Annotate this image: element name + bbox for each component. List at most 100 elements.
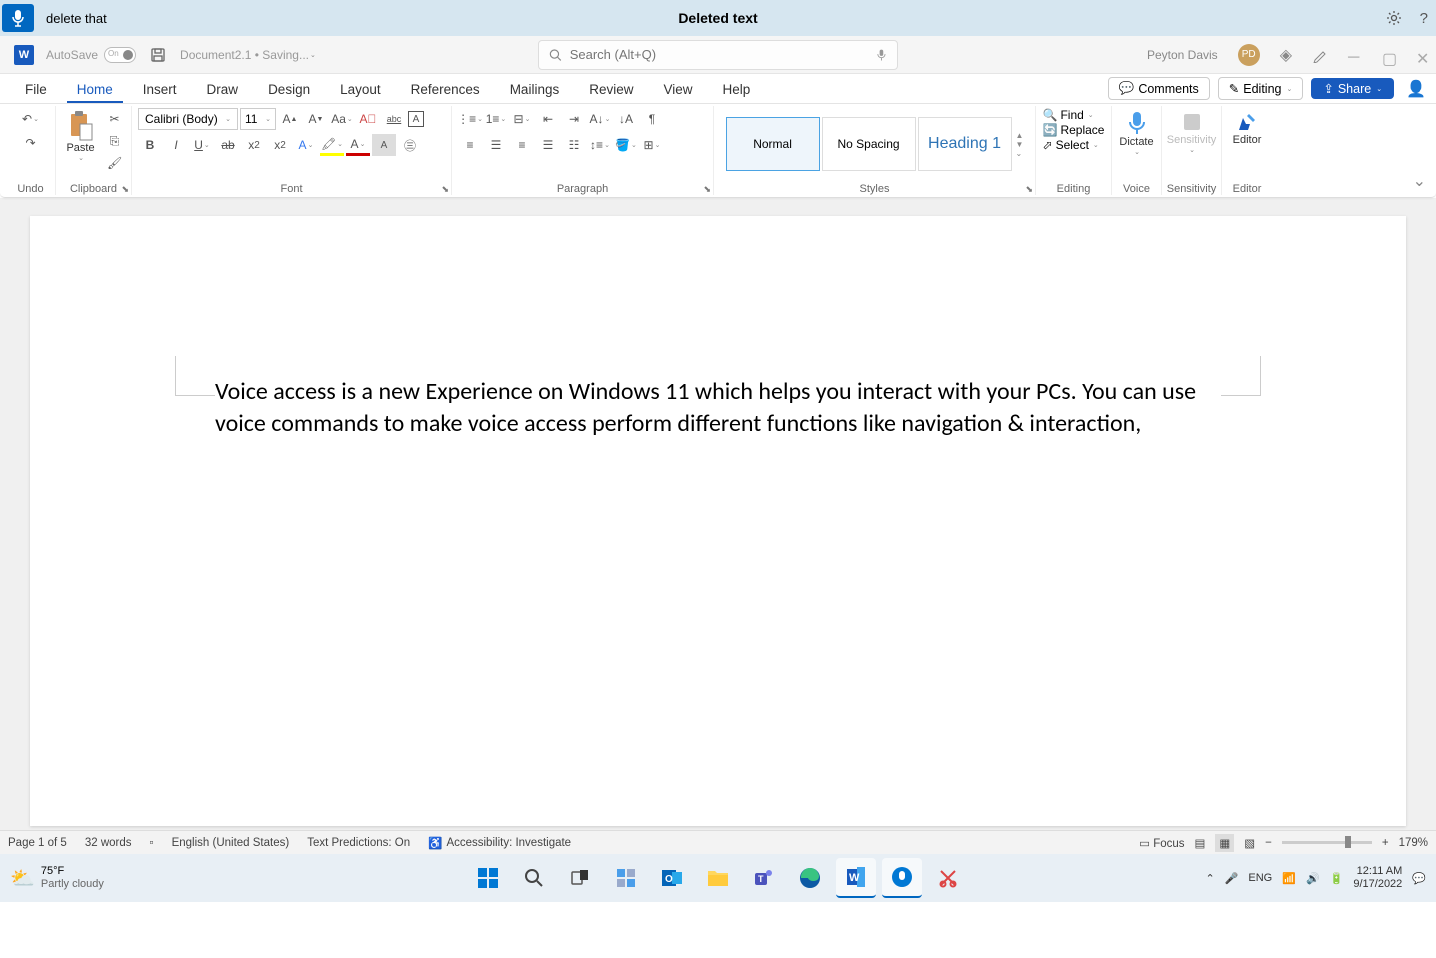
dictate-button[interactable]: Dictate⌄ [1113, 108, 1159, 158]
tab-layout[interactable]: Layout [330, 78, 391, 103]
style-normal[interactable]: Normal [726, 117, 820, 171]
search-bar[interactable] [538, 40, 898, 70]
text-predictions-status[interactable]: Text Predictions: On [307, 837, 410, 849]
underline-button[interactable]: U⌄ [190, 134, 214, 156]
change-case-button[interactable]: Aa⌄ [330, 108, 354, 130]
strikethrough-button[interactable]: ab [216, 134, 240, 156]
tab-view[interactable]: View [653, 78, 702, 103]
distributed-button[interactable]: ☷ [562, 134, 586, 156]
close-button[interactable]: ✕ [1416, 49, 1428, 61]
snipping-tool-button[interactable] [928, 858, 968, 898]
justify-button[interactable]: ☰ [536, 134, 560, 156]
doc-name-caret[interactable]: ⌄ [310, 51, 316, 59]
shading-button[interactable]: 🪣⌄ [614, 134, 638, 156]
voice-access-taskbar-button[interactable] [882, 858, 922, 898]
tab-design[interactable]: Design [258, 78, 320, 103]
italic-button[interactable]: I [164, 134, 188, 156]
volume-tray-icon[interactable]: 🔊 [1306, 872, 1320, 885]
bullets-button[interactable]: ⋮≡⌄ [458, 108, 482, 130]
align-right-button[interactable]: ≡ [510, 134, 534, 156]
page-status[interactable]: Page 1 of 5 [8, 837, 67, 849]
search-taskbar-button[interactable] [514, 858, 554, 898]
phonetic-guide-button[interactable]: abc [382, 108, 406, 130]
teams-button[interactable]: T [744, 858, 784, 898]
wifi-tray-icon[interactable]: 📶 [1282, 872, 1296, 885]
increase-indent-button[interactable]: ⇥ [562, 108, 586, 130]
mic-input-icon[interactable] [876, 48, 887, 62]
task-view-button[interactable] [560, 858, 600, 898]
sort-button[interactable]: A↓⌄ [588, 108, 612, 130]
user-avatar[interactable]: PD [1238, 44, 1260, 66]
autosave-toggle[interactable]: AutoSave On [46, 47, 136, 63]
replace-button[interactable]: 🔄Replace [1043, 123, 1105, 137]
start-button[interactable] [468, 858, 508, 898]
show-hide-button[interactable]: ¶ [640, 108, 664, 130]
font-name-combo[interactable]: Calibri (Body)⌄ [138, 108, 238, 130]
ribbon-collapse-button[interactable]: ⌄ [1413, 171, 1426, 191]
battery-tray-icon[interactable]: 🔋 [1330, 872, 1344, 885]
sort-az-button[interactable]: ↓A [614, 108, 638, 130]
weather-icon[interactable]: ⛅ [10, 866, 35, 891]
word-taskbar-button[interactable]: W [836, 858, 876, 898]
edge-button[interactable] [790, 858, 830, 898]
tab-insert[interactable]: Insert [133, 78, 187, 103]
align-left-button[interactable]: ≡ [458, 134, 482, 156]
language-status[interactable]: English (United States) [172, 837, 290, 849]
clipboard-launcher[interactable]: ⬊ [121, 184, 129, 195]
find-button[interactable]: 🔍Find⌄ [1043, 108, 1094, 122]
file-explorer-button[interactable] [698, 858, 738, 898]
tab-review[interactable]: Review [579, 78, 643, 103]
voice-mic-button[interactable] [2, 4, 34, 32]
align-center-button[interactable]: ☰ [484, 134, 508, 156]
styles-scroll-up[interactable]: ▲ [1016, 131, 1024, 140]
voice-settings-icon[interactable] [1386, 10, 1402, 26]
read-mode-button[interactable]: ▤ [1195, 836, 1206, 850]
tab-mailings[interactable]: Mailings [500, 78, 570, 103]
widgets-button[interactable] [606, 858, 646, 898]
zoom-level[interactable]: 179% [1399, 837, 1428, 849]
tab-file[interactable]: File [15, 78, 57, 103]
font-color-button[interactable]: A⌄ [346, 134, 370, 156]
line-spacing-button[interactable]: ↕≡⌄ [588, 134, 612, 156]
outlook-button[interactable]: O [652, 858, 692, 898]
paragraph-launcher[interactable]: ⬊ [703, 184, 711, 195]
editor-button[interactable]: Editor [1227, 108, 1268, 148]
accessibility-status[interactable]: ♿ Accessibility: Investigate [428, 836, 571, 850]
select-button[interactable]: ⬀Select⌄ [1043, 138, 1099, 152]
shrink-font-button[interactable]: A▼ [304, 108, 328, 130]
search-input[interactable] [570, 47, 876, 62]
multilevel-button[interactable]: ⊟⌄ [510, 108, 534, 130]
tab-references[interactable]: References [401, 78, 490, 103]
focus-mode-button[interactable]: ▭ Focus [1139, 836, 1184, 850]
format-painter-button[interactable]: 🖌 [103, 152, 127, 174]
cut-button[interactable]: ✂ [103, 108, 127, 130]
clear-formatting-button[interactable]: A⃠ [356, 108, 380, 130]
grow-font-button[interactable]: A▲ [278, 108, 302, 130]
web-layout-button[interactable]: ▧ [1244, 836, 1255, 850]
comments-button[interactable]: 💬 Comments [1108, 77, 1210, 100]
undo-button[interactable]: ↶⌄ [19, 108, 43, 130]
text-effects-button[interactable]: A⌄ [294, 134, 318, 156]
show-hidden-icons[interactable]: ⌃ [1205, 872, 1214, 885]
document-page[interactable]: Voice access is a new Experience on Wind… [30, 216, 1406, 826]
spellcheck-icon[interactable]: ▫ [150, 837, 154, 849]
diamond-icon[interactable]: ◈ [1280, 45, 1292, 65]
account-manager-icon[interactable]: 👤 [1406, 79, 1426, 99]
superscript-button[interactable]: x2 [268, 134, 292, 156]
pen-toggle-icon[interactable] [1312, 47, 1328, 63]
zoom-slider[interactable] [1282, 841, 1372, 844]
document-name[interactable]: Document2.1 • Saving... [180, 48, 309, 62]
document-body-text[interactable]: Voice access is a new Experience on Wind… [215, 376, 1221, 441]
zoom-out-button[interactable]: − [1265, 837, 1272, 849]
char-shading-button[interactable]: A [372, 134, 396, 156]
tab-help[interactable]: Help [713, 78, 761, 103]
highlight-button[interactable]: 🖍⌄ [320, 134, 344, 156]
maximize-button[interactable]: ▢ [1382, 49, 1394, 61]
style-no-spacing[interactable]: No Spacing [822, 117, 916, 171]
copy-button[interactable]: ⎘ [103, 130, 127, 152]
minimize-button[interactable]: ─ [1348, 49, 1360, 61]
styles-expand[interactable]: ⌄ [1016, 149, 1024, 158]
char-border-button[interactable]: A [408, 111, 424, 127]
bold-button[interactable]: B [138, 134, 162, 156]
styles-scroll-down[interactable]: ▼ [1016, 140, 1024, 149]
